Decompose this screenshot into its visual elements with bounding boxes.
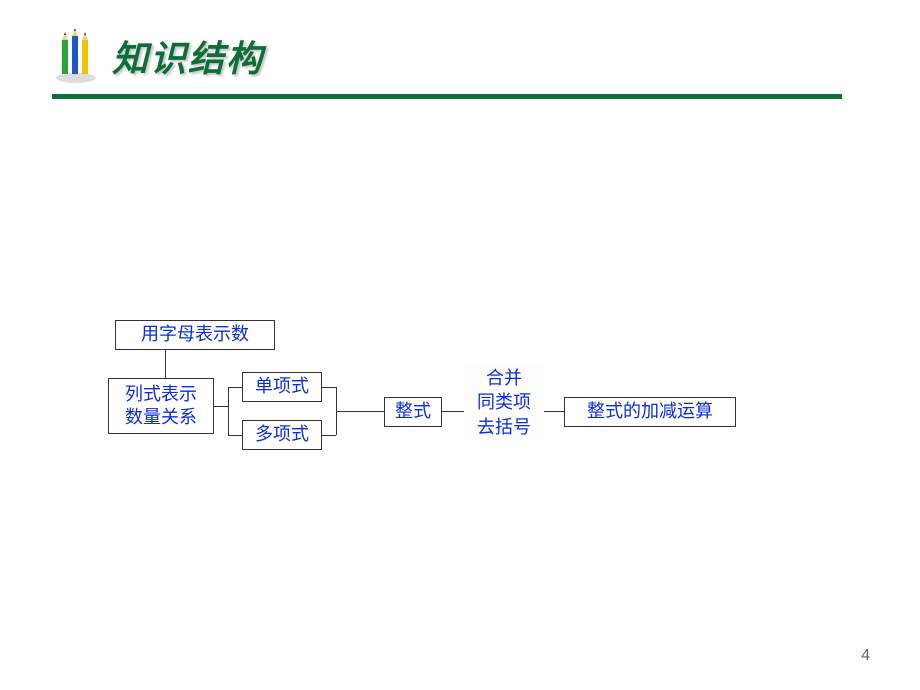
connector [442, 411, 464, 412]
pencils-icon [52, 28, 100, 84]
page-number: 4 [861, 647, 870, 665]
connector [322, 387, 336, 388]
connector [228, 435, 242, 436]
node-add-subtract: 整式的加减运算 [564, 397, 736, 427]
connector [322, 435, 336, 436]
connector [544, 411, 564, 412]
node-expression: 列式表示 数量关系 [108, 378, 214, 434]
node-polynomial: 多项式 [242, 420, 322, 450]
node-monomial: 单项式 [242, 372, 322, 402]
merge-line2: 同类项 [464, 390, 544, 414]
node-expression-line2: 数量关系 [125, 406, 197, 429]
page-title: 知识结构 [112, 30, 264, 82]
merge-line3: 去括号 [464, 415, 544, 439]
merge-line1: 合并 [464, 366, 544, 390]
connector [336, 411, 384, 412]
title-underline [52, 94, 842, 99]
node-merge-remove: 合并 同类项 去括号 [464, 366, 544, 439]
connector [228, 387, 242, 388]
node-whole-expr: 整式 [384, 397, 442, 427]
node-expression-line1: 列式表示 [125, 383, 197, 406]
header: 知识结构 [52, 28, 264, 84]
connector [214, 406, 228, 407]
connector [228, 387, 229, 435]
flowchart: 用字母表示数 列式表示 数量关系 单项式 多项式 整式 合并 同类项 去括号 整… [0, 320, 920, 500]
node-letters: 用字母表示数 [115, 320, 275, 350]
connector [165, 350, 166, 378]
